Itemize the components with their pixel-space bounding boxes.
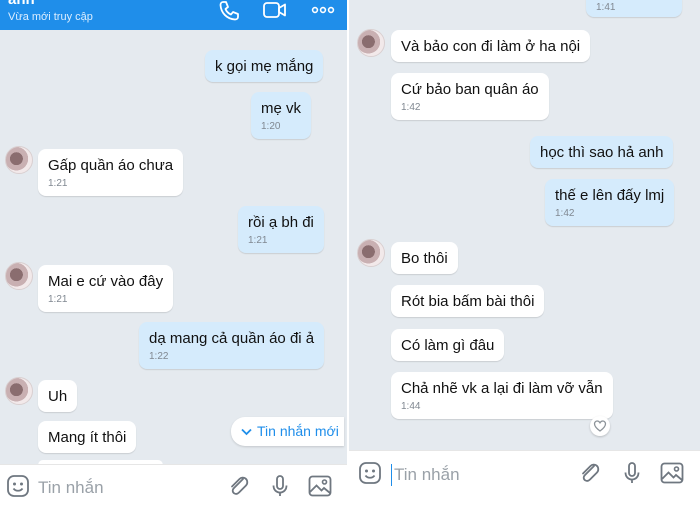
right-chat-screen: 1:41 Và bảo con đi làm ở ha nội Cứ bảo b…: [349, 0, 700, 508]
heart-icon: [593, 420, 607, 432]
text-cursor: [391, 464, 392, 486]
message-bubble-received[interactable]: Mang ít thôi: [38, 421, 137, 453]
message-input[interactable]: Tin nhắn: [394, 465, 460, 485]
contact-avatar[interactable]: [5, 377, 33, 405]
message-text: mẹ vk: [261, 100, 302, 117]
message-text: dạ mang cả quần áo đi ả: [149, 330, 315, 347]
message-text: Gấp quần áo chưa: [48, 157, 174, 174]
new-messages-button[interactable]: Tin nhắn mới: [231, 417, 344, 446]
react-heart-button[interactable]: [590, 416, 610, 436]
message-composer: Tin nhắn: [349, 450, 700, 508]
message-bubble-sent[interactable]: rồi ạ bh đi 1:21: [238, 206, 324, 253]
message-text: Chả nhẽ vk a lại đi làm vỡ vẫn: [401, 380, 603, 397]
message-bubble-received[interactable]: Cứ bảo ban quân áo 1:42: [391, 73, 549, 120]
message-text: Rót bia bấm bài thôi: [401, 293, 535, 310]
message-bubble-sent[interactable]: học thì sao hả anh: [530, 136, 674, 168]
message-bubble-received[interactable]: Bo thôi: [391, 242, 458, 274]
message-text: Mang ít thôi: [48, 429, 127, 446]
video-call-icon[interactable]: [262, 0, 288, 24]
message-input[interactable]: Tin nhắn: [38, 478, 104, 498]
microphone-icon[interactable]: [267, 473, 295, 501]
message-text: Và bảo con đi làm ở ha nội: [401, 38, 581, 55]
more-options-icon[interactable]: [310, 0, 336, 24]
message-bubble-received[interactable]: Mai e cứ vào đây 1:21: [38, 265, 174, 312]
message-bubble-sent[interactable]: thế e lên đấy lmj 1:42: [545, 179, 675, 226]
message-time: 1:42: [555, 208, 575, 219]
contact-avatar[interactable]: [357, 239, 385, 267]
message-bubble-received[interactable]: Uh: [38, 380, 78, 412]
microphone-icon[interactable]: [619, 460, 647, 488]
message-bubble-received[interactable]: Có làm gì đâu: [391, 329, 505, 361]
contact-status: Vừa mới truy cập: [8, 11, 93, 23]
contact-avatar[interactable]: [5, 146, 33, 174]
message-bubble-sent[interactable]: mẹ vk 1:20: [251, 92, 312, 139]
emoji-icon[interactable]: [357, 460, 385, 488]
message-bubble-received[interactable]: Gấp quần áo chưa 1:21: [38, 149, 184, 196]
message-text: Uh: [48, 388, 68, 405]
phone-icon[interactable]: [217, 0, 243, 24]
message-time: 1:21: [48, 178, 68, 189]
message-time: 1:41: [596, 2, 616, 13]
contact-avatar[interactable]: [357, 29, 385, 57]
message-time: 1:20: [261, 121, 281, 132]
image-gallery-icon[interactable]: [307, 473, 335, 501]
chevron-down-icon: [241, 423, 252, 439]
message-time: 1:21: [248, 235, 268, 246]
attachment-icon[interactable]: [226, 473, 254, 501]
message-time: 1:42: [401, 102, 421, 113]
contact-avatar[interactable]: [5, 262, 33, 290]
emoji-icon[interactable]: [5, 473, 33, 501]
message-bubble-sent[interactable]: dạ mang cả quần áo đi ả 1:22: [139, 322, 325, 369]
new-messages-label: Tin nhắn mới: [257, 423, 339, 439]
chat-header: anh Vừa mới truy cập: [0, 0, 347, 30]
message-time: 1:22: [149, 351, 169, 362]
message-time: 1:44: [401, 401, 421, 412]
message-text: Cứ bảo ban quân áo: [401, 81, 539, 98]
left-chat-screen: anh Vừa mới truy cập k gọi mẹ mắng mẹ vk…: [0, 0, 347, 508]
message-bubble-received[interactable]: Và bảo con đi làm ở ha nội: [391, 30, 591, 62]
message-time: 1:21: [48, 294, 68, 305]
message-text: Bo thôi: [401, 250, 448, 267]
message-text: Có làm gì đâu: [401, 337, 495, 354]
message-text: học thì sao hả anh: [540, 144, 664, 161]
message-bubble-sent[interactable]: 1:41: [586, 0, 682, 17]
attachment-icon[interactable]: [577, 460, 605, 488]
contact-name[interactable]: anh: [8, 0, 35, 8]
message-text: thế e lên đấy lmj: [555, 187, 665, 204]
message-text: rồi ạ bh đi: [248, 214, 314, 231]
message-bubble-sent[interactable]: k gọi mẹ mắng: [205, 50, 324, 82]
image-gallery-icon[interactable]: [659, 460, 687, 488]
message-text: Mai e cứ vào đây: [48, 273, 164, 290]
message-text: k gọi mẹ mắng: [215, 58, 314, 75]
message-composer: Tin nhắn: [0, 464, 347, 508]
message-bubble-received[interactable]: Chả nhẽ vk a lại đi làm vỡ vẫn 1:44: [391, 372, 613, 419]
message-bubble-received[interactable]: Rót bia bấm bài thôi: [391, 285, 545, 317]
